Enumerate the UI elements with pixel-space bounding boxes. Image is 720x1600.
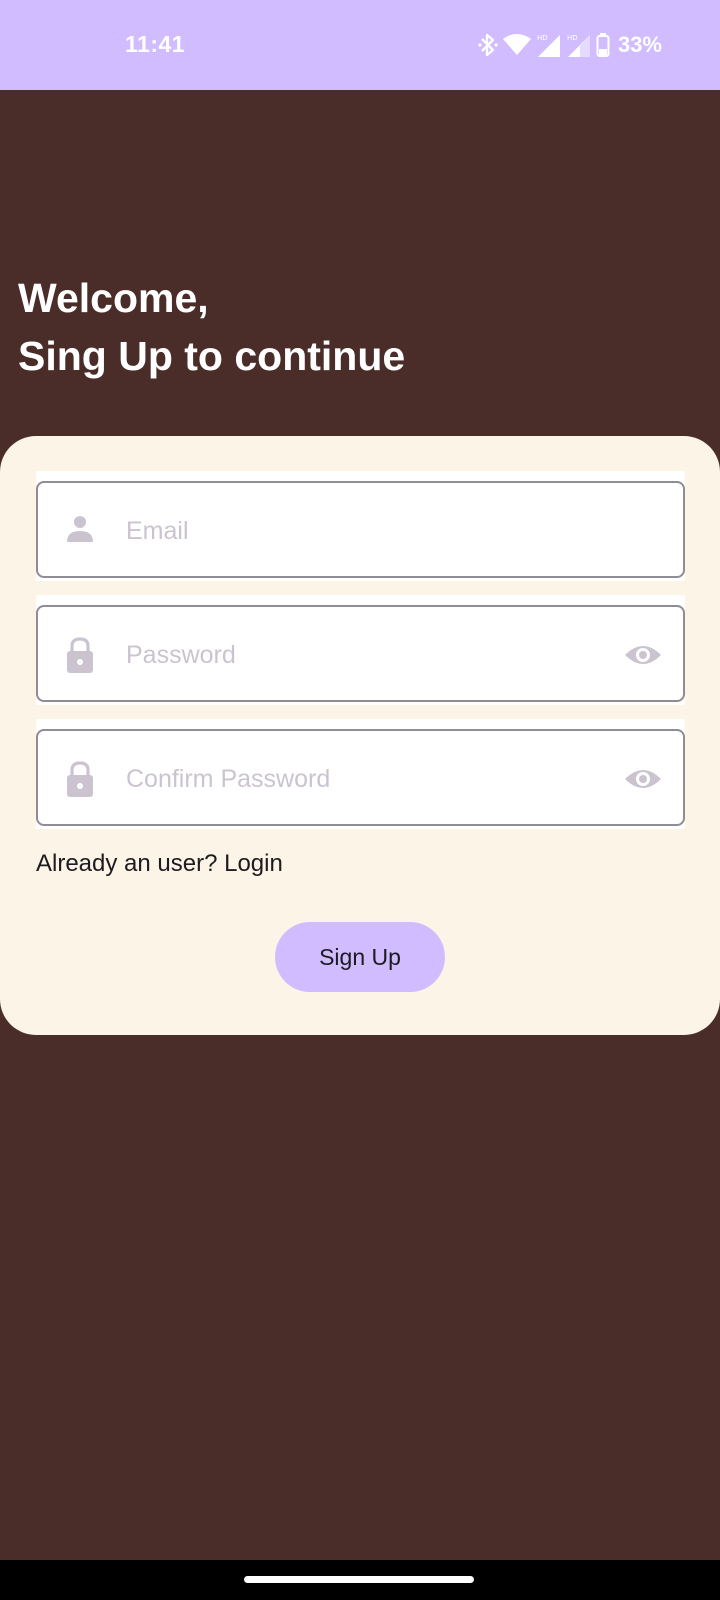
status-time: 11:41 [125,31,186,57]
eye-icon[interactable] [623,639,663,671]
sign-up-button[interactable]: Sign Up [275,922,445,992]
wifi-icon [502,33,532,57]
person-icon [62,511,98,547]
signal-hd-icon: HD [536,32,562,58]
subtitle-text: Sing Up to continue [18,333,406,379]
bluetooth-icon [478,32,498,58]
email-field-container [36,471,685,581]
welcome-text: Welcome, [18,275,209,321]
svg-text:HD: HD [567,34,578,42]
password-input[interactable] [126,625,586,685]
confirm-password-field[interactable] [36,729,685,826]
eye-icon[interactable] [623,763,663,795]
navigation-bar [0,1560,720,1600]
status-bar: 11:41 HD HD 33% [0,0,720,90]
password-field-container [36,595,685,705]
signal-hd-icon: HD [566,32,592,58]
login-link[interactable]: Already an user? Login [36,850,283,878]
battery-percent: 33% [617,32,662,57]
password-field[interactable] [36,605,685,702]
email-field[interactable] [36,481,685,578]
email-input[interactable] [126,501,586,561]
lock-icon [62,759,98,797]
home-gesture-handle[interactable] [244,1576,474,1583]
confirm-password-field-container [36,719,685,829]
page-title: Welcome, Sing Up to continue [18,269,405,385]
confirm-password-input[interactable] [126,749,586,809]
lock-icon [62,635,98,673]
status-icons: HD HD 33% [478,30,662,60]
battery-icon [596,33,610,57]
svg-text:HD: HD [537,34,548,42]
signup-card: Already an user? Login Sign Up [0,436,720,1035]
